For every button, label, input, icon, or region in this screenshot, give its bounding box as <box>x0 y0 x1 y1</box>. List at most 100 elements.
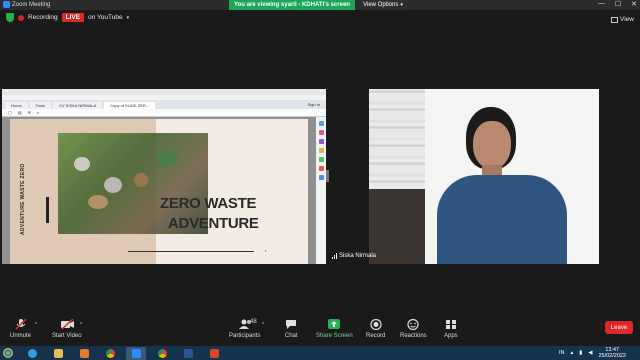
start-button[interactable] <box>0 346 16 360</box>
volume-icon[interactable]: ◀ <box>588 350 592 356</box>
share-screen-button[interactable]: Share Screen <box>316 319 353 339</box>
shared-tab[interactable]: Tools <box>29 102 52 109</box>
share-screen-icon <box>328 319 341 330</box>
tool-icon <box>318 148 324 153</box>
tool-icon <box>318 121 324 126</box>
chevron-down-icon[interactable]: ▾ <box>127 15 130 21</box>
reactions-button[interactable]: Reactions <box>400 318 427 339</box>
meeting-topbar: Recording LIVE on YouTube ▾ View <box>0 10 640 28</box>
shared-tab-active[interactable]: Copy of SLIDE ZER... <box>104 102 156 109</box>
video-off-icon <box>60 318 74 330</box>
participants-icon <box>238 319 251 330</box>
tool-icon <box>318 130 324 135</box>
chat-button[interactable]: Chat <box>285 319 298 339</box>
taskbar-app-word[interactable] <box>178 347 198 360</box>
slide-headline-line2: ADVENTURE <box>168 215 259 232</box>
minimize-button[interactable]: — <box>598 0 605 8</box>
slide-divider <box>128 251 254 252</box>
shared-sign-in-link[interactable]: Sign In <box>308 102 320 107</box>
tool-icon <box>318 175 324 180</box>
shared-tab[interactable]: CV SISKA NIRMALA <box>53 102 103 109</box>
slide-headline-line1: ZERO WASTE <box>160 195 257 212</box>
taskbar-app-chrome-2[interactable] <box>152 347 172 360</box>
record-icon <box>370 318 382 331</box>
taskbar-app-chrome[interactable] <box>100 347 120 360</box>
apps-label: Apps <box>444 333 458 339</box>
taskbar-app-explorer[interactable] <box>48 347 68 360</box>
taskbar-app-media[interactable] <box>74 347 94 360</box>
participants-chevron-icon[interactable]: ^ <box>262 322 264 328</box>
reactions-icon <box>407 318 419 331</box>
tool-icon <box>318 166 324 171</box>
participants-count: 48 <box>250 319 257 325</box>
record-button[interactable]: Record <box>366 318 386 339</box>
taskbar-app-powerpoint[interactable] <box>204 347 224 360</box>
window-title: Zoom Meeting <box>12 1 51 8</box>
language-indicator[interactable]: IN <box>559 350 565 356</box>
window-controls: — ☐ ✕ <box>598 0 637 8</box>
tool-icon <box>318 157 324 162</box>
zoom-app-icon <box>3 1 10 8</box>
bowl-shape <box>134 173 148 187</box>
shield-icon[interactable] <box>6 13 14 22</box>
chat-icon <box>285 319 297 330</box>
muted-mic-icon <box>14 318 27 330</box>
unmute-label: Unmute <box>10 333 32 339</box>
system-clock[interactable]: 13:47 25/02/2022 <box>598 347 626 359</box>
tool-icon <box>318 139 324 144</box>
leave-button[interactable]: Leave <box>605 321 633 334</box>
panel-resize-handle[interactable] <box>326 170 329 182</box>
search-icon: ⌕ <box>36 110 40 115</box>
powerpoint-icon <box>209 348 219 358</box>
window-title-group: Zoom Meeting <box>3 1 50 8</box>
apps-icon <box>445 319 457 330</box>
shared-app-toolbar: ▢ ▤ ✉ ⌕ <box>2 109 326 117</box>
slide-vertical-title: ADVENTURE WASTE ZERO <box>20 163 26 235</box>
shared-tab[interactable]: Home <box>5 102 28 109</box>
shared-screen[interactable]: Home Tools CV SISKA NIRMALA Copy of SLID… <box>2 89 326 264</box>
reactions-label: Reactions <box>400 333 427 339</box>
recording-label[interactable]: Recording <box>28 14 58 21</box>
maximize-button[interactable]: ☐ <box>615 0 621 8</box>
speaker-shirt <box>437 175 567 264</box>
slide-page-marker: ▪ <box>265 248 267 253</box>
view-options-button[interactable]: View Options ▾ <box>358 0 408 10</box>
mail-icon: ✉ <box>27 110 31 115</box>
shared-app-sidebar <box>316 117 326 264</box>
unmute-button[interactable]: Unmute <box>10 318 32 339</box>
view-button[interactable]: View <box>611 16 634 23</box>
recording-status-group: Recording LIVE on YouTube ▾ <box>6 13 129 22</box>
print-icon: ▤ <box>17 110 22 115</box>
taskbar-app-ie[interactable] <box>22 347 42 360</box>
grid-icon <box>611 16 619 23</box>
bowl-shape <box>88 195 108 209</box>
speaker-face <box>473 121 511 169</box>
speaker-video[interactable] <box>369 89 599 264</box>
start-video-button[interactable]: Start Video <box>52 318 82 339</box>
share-screen-label: Share Screen <box>316 333 353 339</box>
view-options-label: View Options <box>363 2 399 8</box>
video-options-chevron-icon[interactable]: ^ <box>80 322 82 328</box>
word-icon <box>183 348 193 358</box>
audio-options-chevron-icon[interactable]: ^ <box>35 322 37 328</box>
network-icon[interactable]: ▮ <box>579 350 582 356</box>
tray-expand-icon[interactable]: ▴ <box>570 350 573 356</box>
start-video-label: Start Video <box>52 333 82 339</box>
speaker-name: Siska Nirmala <box>339 253 377 259</box>
apps-button[interactable]: Apps <box>444 319 458 339</box>
taskbar-app-zoom[interactable] <box>126 346 146 360</box>
live-badge[interactable]: LIVE <box>61 13 85 22</box>
signal-bars-icon <box>332 253 337 259</box>
leaf-shape <box>156 151 178 167</box>
system-tray: IN ▴ ▮ ◀ 13:47 25/02/2022 <box>559 346 626 360</box>
folder-icon <box>53 348 63 358</box>
slide-accent-bar <box>46 197 49 223</box>
zoom-icon <box>131 348 141 358</box>
meeting-toolbar: Unmute ^ Start Video ^ Participants 48 ^… <box>0 314 640 346</box>
close-button[interactable]: ✕ <box>631 0 637 8</box>
speaker-name-tag: Siska Nirmala <box>332 253 376 259</box>
pot-shape <box>104 177 122 193</box>
pot-shape <box>74 157 90 171</box>
live-platform-label[interactable]: on YouTube <box>88 14 122 21</box>
record-label: Record <box>366 333 386 339</box>
